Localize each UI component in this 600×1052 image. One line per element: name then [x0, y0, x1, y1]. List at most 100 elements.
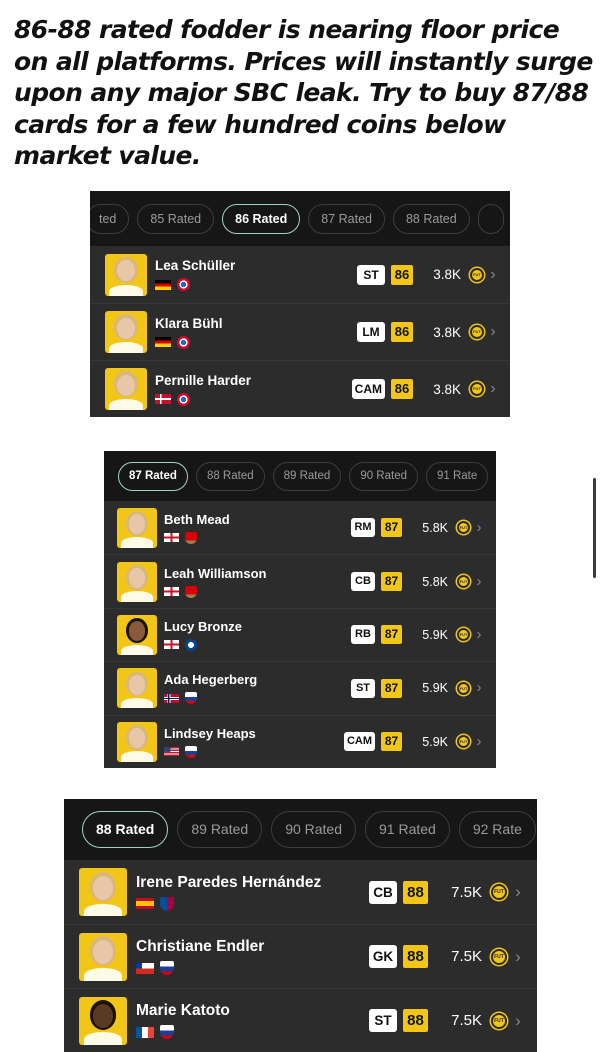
- arsenal-badge: [185, 531, 197, 544]
- rating-badge: 86: [391, 379, 413, 399]
- player-row[interactable]: Leah Williamson CB 87 5.8K FUT ›: [104, 554, 496, 608]
- portrait-body: [83, 968, 123, 981]
- chevron-right-icon[interactable]: ›: [507, 947, 529, 967]
- coin-icon: FUT: [470, 267, 484, 282]
- rating-badge: 88: [403, 1009, 428, 1032]
- chevron-right-icon[interactable]: ›: [470, 734, 488, 750]
- tab-91-rated[interactable]: 91 Rated: [365, 811, 450, 848]
- portrait-face: [92, 875, 114, 900]
- tab-91-rate[interactable]: 91 Rate: [426, 461, 489, 491]
- player-row[interactable]: Christiane Endler GK 88 7.5K FUT ›: [64, 924, 537, 988]
- page-scrollbar[interactable]: [593, 478, 596, 578]
- player-portrait: [117, 668, 157, 709]
- bayern-badge: [177, 335, 190, 349]
- nation-club-icons: [164, 745, 344, 758]
- tab-85-rated[interactable]: 85 Rated: [137, 203, 215, 234]
- norway-flag: [164, 693, 179, 703]
- coin-icon: FUT: [491, 884, 507, 900]
- player-row[interactable]: Pernille Harder CAM 86 3.8K FUT ›: [90, 360, 510, 417]
- player-name: Marie Katoto: [136, 1002, 230, 1019]
- player-portrait: [117, 561, 157, 602]
- position-badge: ST: [357, 264, 385, 285]
- position-badge: CAM: [343, 732, 375, 752]
- tab-87-rated[interactable]: 87 Rated: [118, 461, 188, 491]
- panel-88-rated: 88 Rated 89 Rated 90 Rated 91 Rated 92 Rate I…: [64, 799, 537, 1052]
- nation-club-icons: [136, 1025, 369, 1039]
- chevron-right-icon[interactable]: ›: [470, 680, 488, 696]
- tab-partial[interactable]: [477, 203, 504, 234]
- player-row[interactable]: Lea Schüller ST 86 3.8K FUT ›: [90, 246, 510, 303]
- portrait-face: [117, 374, 135, 396]
- chevron-right-icon[interactable]: ›: [484, 323, 502, 341]
- rating-badge: 86: [391, 322, 413, 342]
- player-info: Lucy Bronze: [164, 619, 351, 651]
- coin-icon: FUT: [457, 521, 470, 535]
- portrait-body: [121, 751, 153, 762]
- tab-87-rated[interactable]: 87 Rated: [308, 203, 385, 234]
- denmark-flag: [155, 394, 171, 404]
- chevron-right-icon[interactable]: ›: [470, 574, 488, 590]
- nation-club-icons: [164, 638, 351, 651]
- tab-90-rated[interactable]: 90 Rated: [349, 461, 418, 491]
- portrait-face: [117, 317, 135, 339]
- rating-tab-bar: ted 85 Rated 86 Rated 87 Rated 88 Rated: [90, 191, 510, 246]
- rating-tab-bar: 88 Rated 89 Rated 90 Rated 91 Rated 92 Rate: [64, 799, 537, 860]
- portrait-body: [109, 399, 143, 410]
- tab-86-rated[interactable]: 86 Rated: [222, 203, 301, 234]
- player-row[interactable]: Beth Mead RM 87 5.8K FUT ›: [104, 501, 496, 555]
- player-info: Irene Paredes Hernández: [136, 874, 369, 911]
- tab-ted[interactable]: ted: [90, 203, 130, 234]
- position-badge: CB: [351, 572, 375, 592]
- player-name: Lucy Bronze: [164, 618, 243, 634]
- player-info: Leah Williamson: [164, 566, 351, 598]
- nation-club-icons: [164, 692, 351, 705]
- tab-88-rated[interactable]: 88 Rated: [392, 203, 470, 234]
- bayern-badge: [177, 392, 190, 406]
- player-portrait: [117, 614, 157, 655]
- player-info: Lindsey Heaps: [164, 726, 344, 758]
- chevron-right-icon[interactable]: ›: [470, 627, 488, 643]
- player-portrait: [105, 311, 147, 353]
- tab-88-rated[interactable]: 88 Rated: [195, 461, 265, 491]
- lyon-badge: [160, 1025, 174, 1039]
- tab-88-rated[interactable]: 88 Rated: [82, 811, 169, 848]
- player-row[interactable]: Ada Hegerberg ST 87 5.9K FUT ›: [104, 661, 496, 715]
- tab-90-rated[interactable]: 90 Rated: [271, 811, 357, 848]
- chevron-right-icon[interactable]: ›: [507, 882, 529, 902]
- player-list: Lea Schüller ST 86 3.8K FUT › Klara Bühl LM 86 3.…: [90, 246, 510, 417]
- coin-icon: FUT: [457, 681, 470, 695]
- portrait-body: [121, 644, 153, 655]
- barcelona-badge: [160, 896, 174, 911]
- chevron-right-icon[interactable]: ›: [484, 380, 502, 398]
- price-value: 5.8K: [422, 574, 448, 589]
- player-row[interactable]: Marie Katoto ST 88 7.5K FUT ›: [64, 988, 537, 1052]
- player-row[interactable]: Lucy Bronze RB 87 5.9K FUT ›: [104, 607, 496, 662]
- player-row[interactable]: Lindsey Heaps CAM 87 5.9K FUT ›: [104, 714, 496, 768]
- player-portrait: [105, 253, 147, 296]
- player-row[interactable]: Irene Paredes Hernández CB 88 7.5K FUT ›: [64, 860, 537, 924]
- portrait-body: [121, 537, 153, 548]
- price-value: 3.8K: [433, 267, 461, 282]
- player-portrait: [79, 996, 127, 1045]
- player-info: Klara Bühl: [155, 316, 357, 349]
- usa-flag: [164, 747, 179, 757]
- chevron-right-icon[interactable]: ›: [470, 520, 488, 536]
- headline-caption: 86-88 rated fodder is nearing floor pric…: [14, 15, 593, 170]
- chile-flag: [136, 962, 154, 974]
- tab-89-rated[interactable]: 89 Rated: [177, 811, 263, 848]
- position-badge: ST: [369, 1009, 397, 1032]
- nation-club-icons: [136, 896, 369, 911]
- player-info: Marie Katoto: [136, 1002, 369, 1039]
- player-portrait: [79, 932, 127, 981]
- tab-92-rate[interactable]: 92 Rate: [458, 811, 536, 848]
- player-name: Leah Williamson: [164, 565, 267, 581]
- player-portrait: [105, 368, 147, 410]
- chevron-right-icon[interactable]: ›: [484, 266, 502, 284]
- portrait-body: [109, 284, 143, 296]
- rating-badge: 88: [403, 880, 428, 904]
- player-row[interactable]: Klara Bühl LM 86 3.8K FUT ›: [90, 303, 510, 360]
- rating-badge: 86: [391, 264, 413, 285]
- rating-badge: 87: [381, 678, 402, 698]
- chevron-right-icon[interactable]: ›: [507, 1011, 529, 1031]
- tab-89-rated[interactable]: 89 Rated: [272, 461, 342, 491]
